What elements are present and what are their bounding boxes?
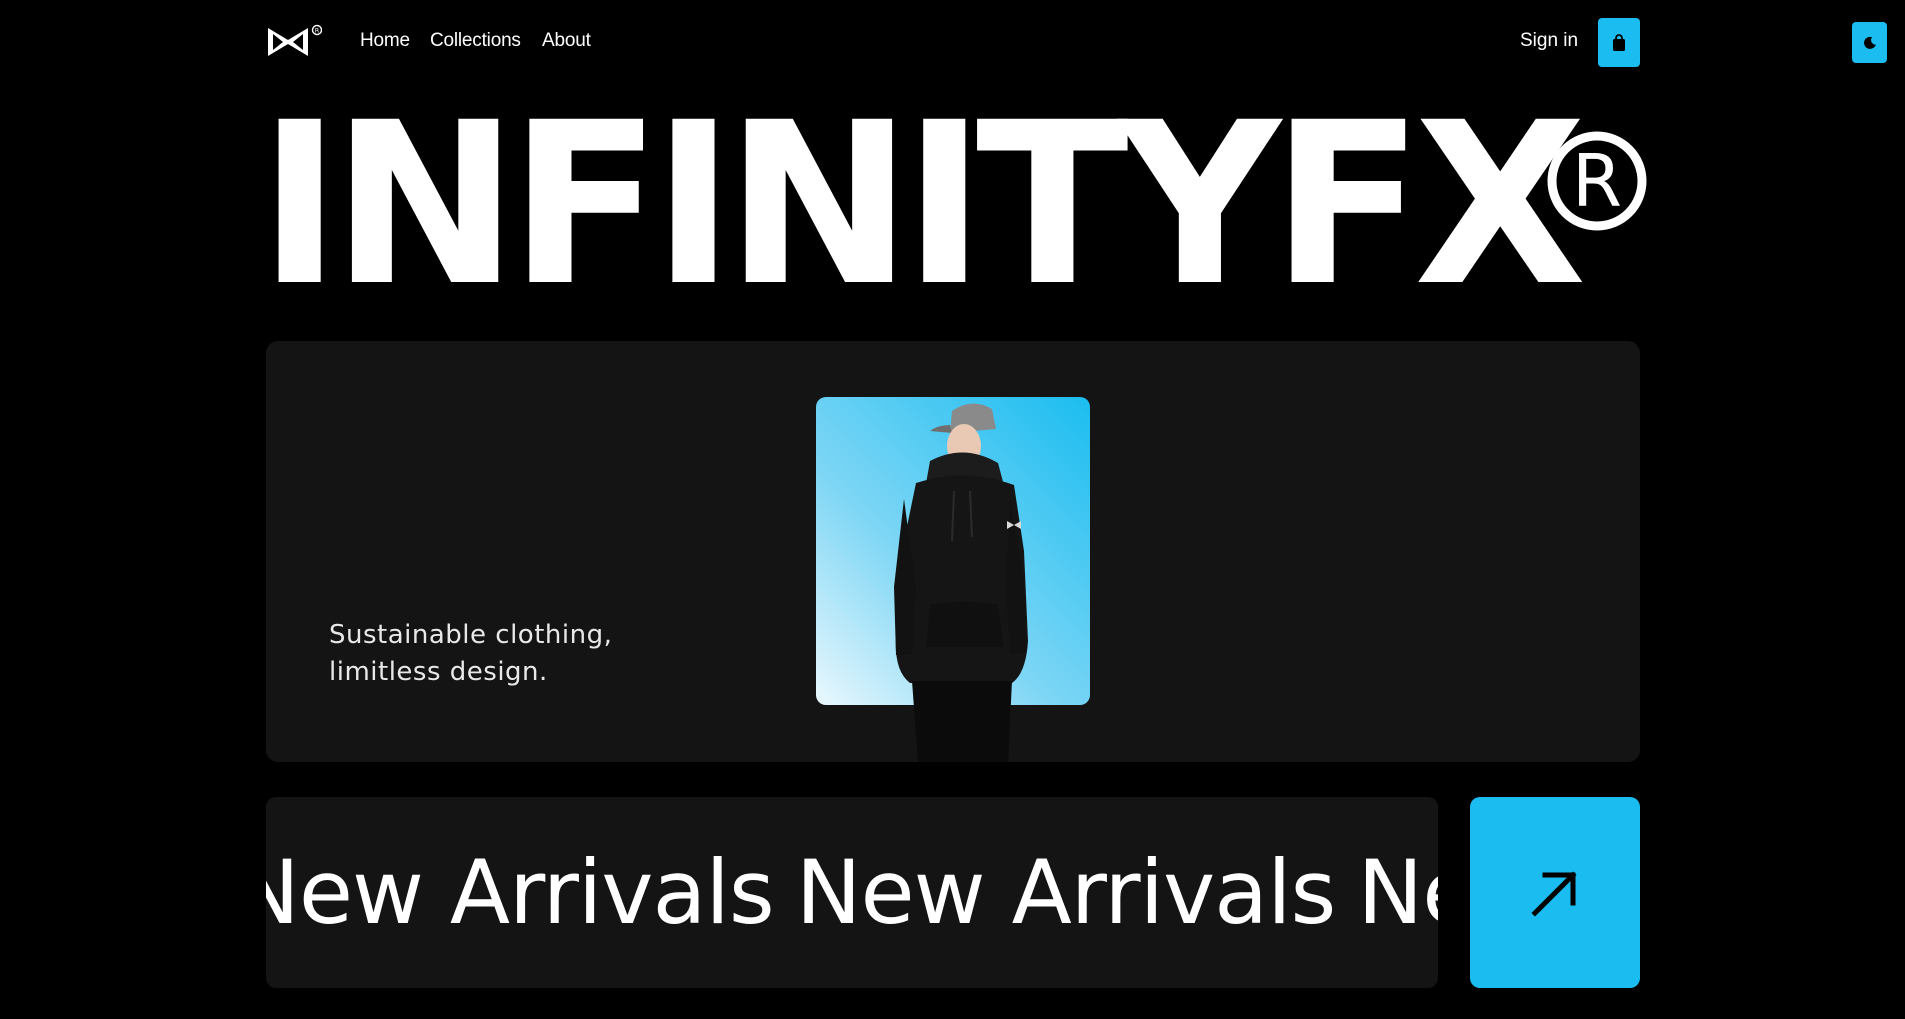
new-arrivals-marquee[interactable]: New ArrivalsNew ArrivalsNew Arr	[266, 797, 1438, 988]
site-header: R Home Collections About Sign in	[0, 0, 1905, 86]
sign-in-link[interactable]: Sign in	[1520, 30, 1578, 52]
hero-model-image	[894, 403, 1028, 762]
infinityfx-logo-icon[interactable]: R	[266, 24, 322, 60]
svg-text:R: R	[1572, 139, 1622, 223]
marquee-item: New Arrivals	[795, 841, 1337, 944]
cart-button[interactable]	[1598, 18, 1640, 67]
hero-tagline: Sustainable clothing, limitless design.	[329, 620, 613, 687]
shopping-bag-icon	[1613, 33, 1625, 51]
moon-icon	[1863, 36, 1876, 49]
marquee-item: New Arr	[1357, 841, 1438, 944]
registered-mark-icon: R	[1546, 124, 1648, 238]
hero-card: Sustainable clothing, limitless design.	[266, 341, 1640, 762]
new-arrivals-arrow-button[interactable]	[1470, 797, 1640, 988]
marquee-item: New Arrivals	[266, 841, 775, 944]
nav-about-link[interactable]: About	[542, 30, 591, 52]
marquee-track: New ArrivalsNew ArrivalsNew Arr	[266, 845, 1438, 941]
arrow-up-right-icon	[1531, 870, 1577, 917]
svg-text:R: R	[315, 27, 320, 35]
nav-home-link[interactable]: Home	[360, 30, 410, 52]
brand-title: INFINITYFX	[258, 90, 1587, 320]
theme-toggle-button[interactable]	[1852, 22, 1887, 63]
nav-collections-link[interactable]: Collections	[430, 30, 521, 52]
